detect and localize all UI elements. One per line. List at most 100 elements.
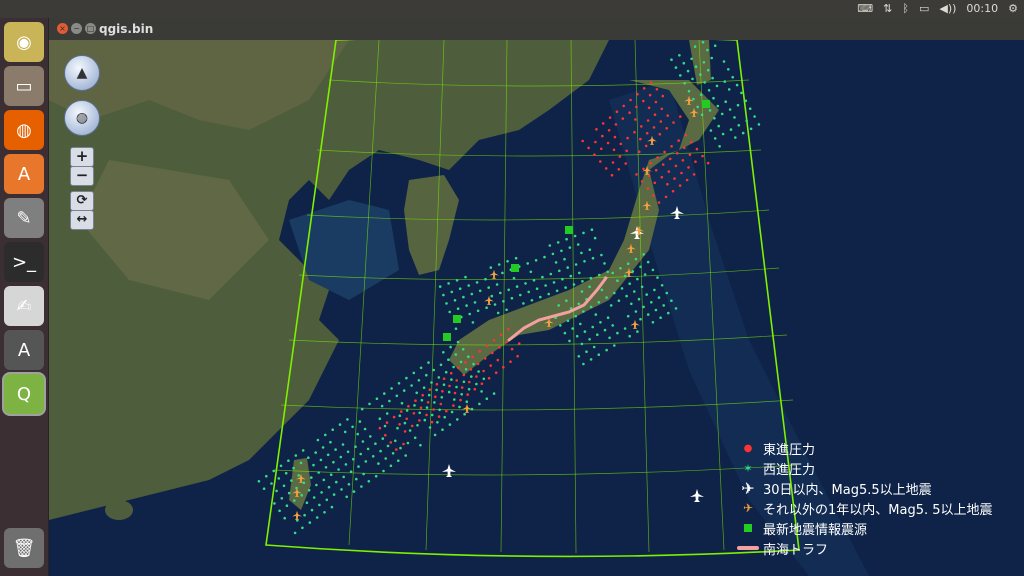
globe-control[interactable]: ◍ bbox=[64, 100, 100, 136]
pressure-dot bbox=[507, 328, 510, 331]
pressure-dot bbox=[380, 404, 384, 408]
pressure-dot bbox=[604, 167, 608, 170]
maximize-button[interactable]: □ bbox=[85, 23, 96, 34]
pressure-dot bbox=[316, 438, 320, 442]
zoom-out-button[interactable]: − bbox=[70, 166, 94, 186]
pressure-dot bbox=[440, 396, 444, 399]
pressure-dot bbox=[667, 170, 671, 173]
pressure-dot bbox=[701, 40, 705, 44]
pressure-dot bbox=[606, 141, 610, 145]
pressure-dot bbox=[693, 45, 697, 48]
terminal-icon[interactable]: >_ bbox=[4, 242, 44, 282]
firefox-icon[interactable]: ◍ bbox=[4, 110, 44, 150]
text-editor-icon[interactable]: ✍ bbox=[4, 286, 44, 326]
pressure-dot bbox=[448, 310, 452, 314]
pressure-dot bbox=[319, 458, 323, 462]
pan-control[interactable]: ▲ bbox=[64, 55, 100, 91]
pressure-dot bbox=[727, 88, 731, 91]
pressure-dot bbox=[442, 383, 446, 387]
close-button[interactable]: × bbox=[57, 23, 68, 34]
pressure-dot bbox=[640, 285, 644, 289]
pressure-dot bbox=[654, 308, 658, 312]
pressure-dot bbox=[262, 487, 266, 491]
pressure-dot bbox=[717, 124, 720, 128]
pressure-dot bbox=[459, 360, 463, 364]
qgis-icon[interactable]: Q bbox=[4, 374, 44, 414]
gear-icon[interactable]: ⚙ bbox=[1008, 0, 1018, 18]
pressure-dot bbox=[441, 428, 444, 432]
pressure-dot bbox=[600, 288, 604, 292]
software-center-icon[interactable]: A bbox=[4, 154, 44, 194]
pressure-dot bbox=[684, 133, 687, 137]
pressure-dot bbox=[589, 358, 593, 361]
pressure-dot bbox=[681, 159, 685, 162]
pressure-dot bbox=[270, 482, 273, 485]
network-arrows-icon[interactable]: ⇅ bbox=[883, 0, 892, 18]
minimize-button[interactable]: − bbox=[71, 23, 82, 34]
pressure-dot bbox=[619, 267, 622, 270]
pressure-dot bbox=[343, 430, 347, 434]
pressure-dot bbox=[713, 117, 716, 120]
battery-icon[interactable]: ▭ bbox=[919, 0, 929, 18]
pressure-dot bbox=[432, 368, 436, 372]
pressure-dot bbox=[310, 476, 313, 479]
pressure-dot bbox=[322, 478, 326, 482]
pressure-dot bbox=[630, 302, 633, 306]
clock[interactable]: 00:10 bbox=[966, 0, 998, 18]
pressure-dot bbox=[706, 48, 709, 52]
pressure-dot bbox=[688, 153, 692, 156]
pressure-dot bbox=[672, 121, 675, 124]
pressure-dot bbox=[323, 511, 326, 514]
bluetooth-icon[interactable]: ᛒ bbox=[902, 0, 909, 18]
keyboard-icon[interactable]: ⌨ bbox=[857, 0, 873, 18]
pressure-dot bbox=[636, 277, 639, 281]
zoom-in-button[interactable]: + bbox=[70, 147, 94, 167]
pressure-dot bbox=[585, 350, 588, 354]
pressure-dot bbox=[674, 66, 678, 69]
system-top-bar: ⌨ ⇅ ᛒ ▭ ◀)) 00:10 ⚙ bbox=[0, 0, 1024, 18]
pressure-dot bbox=[482, 377, 486, 381]
refresh-button[interactable]: ⟳ bbox=[70, 191, 94, 211]
pressure-dot bbox=[383, 392, 386, 395]
pressure-dot bbox=[280, 497, 284, 500]
pressure-dot bbox=[299, 461, 303, 465]
pressure-dot bbox=[678, 54, 681, 57]
pressure-dot bbox=[292, 466, 295, 470]
pressure-dot bbox=[694, 65, 698, 68]
software-updater-icon[interactable]: A bbox=[4, 330, 44, 370]
pressure-dot bbox=[312, 496, 316, 499]
pressure-dot bbox=[461, 348, 465, 351]
ubuntu-dash-icon[interactable]: ◉ bbox=[4, 22, 44, 62]
pressure-dot bbox=[741, 131, 745, 135]
white-plane-icon: ✈ bbox=[741, 478, 755, 498]
pressure-dot bbox=[563, 331, 567, 335]
files-icon[interactable]: ▭ bbox=[4, 66, 44, 106]
pressure-dot bbox=[459, 398, 462, 402]
volume-icon[interactable]: ◀)) bbox=[939, 0, 956, 18]
pressure-dot bbox=[740, 91, 743, 95]
fit-extent-button[interactable]: ↔ bbox=[70, 210, 94, 230]
pressure-dot bbox=[724, 100, 727, 103]
pressure-dot bbox=[463, 412, 466, 416]
pressure-dot bbox=[492, 339, 496, 342]
pressure-dot bbox=[628, 334, 631, 338]
pressure-dot bbox=[735, 83, 739, 87]
pressure-dot bbox=[452, 404, 455, 407]
pressure-dot bbox=[670, 58, 673, 61]
pressure-dot bbox=[597, 301, 601, 304]
pressure-dot bbox=[548, 244, 552, 247]
trash-icon[interactable]: 🗑 bbox=[4, 528, 44, 568]
pressure-dot bbox=[660, 284, 664, 287]
pressure-dot bbox=[615, 110, 619, 113]
pressure-dot bbox=[473, 387, 477, 391]
pressure-dot bbox=[315, 516, 319, 519]
pressure-dot bbox=[283, 516, 286, 520]
pressure-dot bbox=[400, 401, 404, 405]
settings-icon[interactable]: ✎ bbox=[4, 198, 44, 238]
pressure-dot bbox=[325, 498, 329, 502]
pressure-dot bbox=[381, 437, 385, 440]
pressure-dot bbox=[465, 400, 469, 404]
pressure-dot bbox=[371, 455, 375, 458]
pressure-dot bbox=[686, 69, 690, 73]
pressure-dot bbox=[382, 469, 385, 473]
